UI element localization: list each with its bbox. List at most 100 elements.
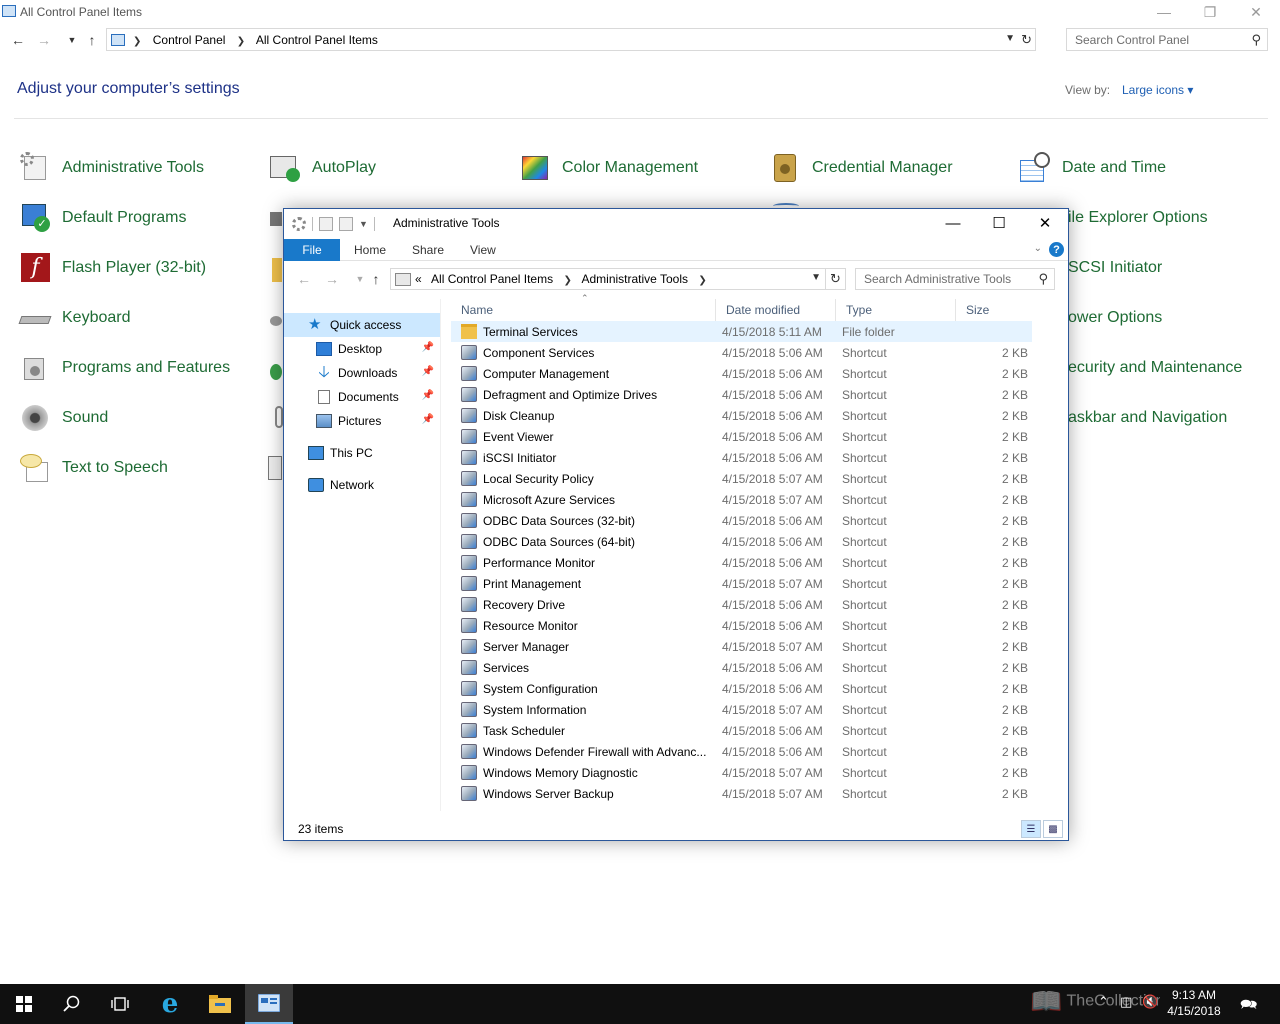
cp-item-autoplay[interactable]: AutoPlay (270, 152, 376, 184)
search-button[interactable] (48, 984, 96, 1024)
search-input[interactable]: Search Administrative Tools ⚲ (855, 268, 1055, 290)
cp-item-taskbar-navigation[interactable]: askbar and Navigation (1068, 402, 1227, 434)
file-row[interactable]: ODBC Data Sources (32-bit) 4/15/2018 5:06… (451, 510, 1032, 531)
minimize-button[interactable]: — (1141, 0, 1187, 24)
cp-item-power-options[interactable]: ower Options (1068, 302, 1162, 334)
cp-item-text-to-speech[interactable]: Text to Speech (20, 452, 168, 484)
minimize-button[interactable]: — (930, 209, 976, 237)
address-bar[interactable]: ❯ Control Panel ❯ All Control Panel Item… (106, 28, 1036, 51)
back-button[interactable]: ← (294, 267, 314, 291)
action-center-icon[interactable]: 🗪 (1240, 994, 1257, 1018)
tab-file[interactable]: File (284, 239, 340, 261)
cp-item-sound[interactable]: Sound (20, 402, 108, 434)
column-type[interactable]: Type (836, 299, 956, 321)
refresh-button[interactable]: ↻ (826, 268, 846, 290)
restore-button[interactable]: ❐ (1187, 0, 1233, 24)
file-row[interactable]: Recovery Drive 4/15/2018 5:06 AM Shortcut 2… (451, 594, 1032, 615)
pin-icon[interactable]: 📌 (422, 414, 434, 425)
cp-item-flash-player[interactable]: f Flash Player (32-bit) (20, 252, 206, 284)
file-row[interactable]: Microsoft Azure Services 4/15/2018 5:07 A… (451, 489, 1032, 510)
breadcrumb-all-items[interactable]: All Control Panel Items (256, 33, 378, 47)
details-view-button[interactable]: ☰ (1021, 820, 1041, 838)
close-button[interactable]: ✕ (1022, 209, 1068, 237)
file-row[interactable]: Disk Cleanup 4/15/2018 5:06 AM Shortcut 2 K… (451, 405, 1032, 426)
file-row[interactable]: Windows Memory Diagnostic 4/15/2018 5:07 … (451, 762, 1032, 783)
breadcrumb-overflow[interactable]: « (415, 272, 422, 286)
help-icon[interactable]: ? (1049, 242, 1064, 257)
customize-toolbar-icon[interactable]: ▼ (359, 219, 368, 229)
refresh-icon[interactable]: ↻ (1021, 32, 1032, 48)
cp-item-date-time[interactable]: Date and Time (1020, 152, 1166, 184)
file-row[interactable]: Services 4/15/2018 5:06 AM Shortcut 2 KB (451, 657, 1032, 678)
file-row[interactable]: Component Services 4/15/2018 5:06 AM Short… (451, 342, 1032, 363)
chevron-down-icon[interactable]: ▼ (811, 272, 821, 283)
nav-downloads[interactable]: 🡣 Downloads 📌 (284, 361, 440, 385)
file-row[interactable]: Terminal Services 4/15/2018 5:11 AM File f… (451, 321, 1032, 342)
show-hidden-icons-button[interactable]: ⌃ (1098, 994, 1109, 1010)
tab-view[interactable]: View (456, 239, 510, 261)
column-name[interactable]: Name ⌃ (451, 293, 716, 321)
file-row[interactable]: ODBC Data Sources (64-bit) 4/15/2018 5:06… (451, 531, 1032, 552)
nav-this-pc[interactable]: This PC (284, 441, 440, 465)
file-explorer-button[interactable] (196, 984, 244, 1024)
start-button[interactable] (0, 984, 48, 1024)
file-row[interactable]: Computer Management 4/15/2018 5:06 AM Shor… (451, 363, 1032, 384)
cp-item-iscsi-initiator[interactable]: SCSI Initiator (1068, 252, 1162, 284)
forward-button[interactable]: → (34, 28, 54, 52)
up-button[interactable]: ↑ (82, 28, 102, 52)
file-row[interactable]: iSCSI Initiator 4/15/2018 5:06 AM Shortcut… (451, 447, 1032, 468)
new-folder-icon[interactable] (339, 217, 353, 231)
file-row[interactable]: Server Manager 4/15/2018 5:07 AM Shortcut 2… (451, 636, 1032, 657)
nav-network[interactable]: Network (284, 473, 440, 497)
file-row[interactable]: Event Viewer 4/15/2018 5:06 AM Shortcut 2 K… (451, 426, 1032, 447)
task-view-button[interactable] (96, 984, 144, 1024)
breadcrumb-administrative-tools[interactable]: Administrative Tools (582, 272, 689, 286)
control-panel-taskbar-button[interactable] (245, 984, 293, 1024)
address-bar[interactable]: « All Control Panel Items ❯ Administrati… (390, 268, 826, 290)
maximize-button[interactable]: ☐ (976, 209, 1022, 237)
chevron-right-icon[interactable]: ❯ (698, 275, 706, 286)
cp-item-color-management[interactable]: Color Management (520, 152, 698, 184)
cp-item-default-programs[interactable]: ✓ Default Programs (20, 202, 187, 234)
file-row[interactable]: Resource Monitor 4/15/2018 5:06 AM Shortcu… (451, 615, 1032, 636)
up-button[interactable]: ↑ (366, 267, 386, 291)
properties-icon[interactable] (319, 217, 333, 231)
view-by-dropdown[interactable]: Large icons ▾ (1122, 83, 1193, 97)
breadcrumb-all-items[interactable]: All Control Panel Items (431, 272, 553, 286)
cp-item-credential-manager[interactable]: Credential Manager (770, 152, 953, 184)
pin-icon[interactable]: 📌 (422, 366, 434, 377)
file-row[interactable]: Windows Server Backup 4/15/2018 5:07 AM Sh… (451, 783, 1032, 804)
nav-documents[interactable]: Documents 📌 (284, 385, 440, 409)
forward-button[interactable]: → (322, 267, 342, 291)
file-row[interactable]: Print Management 4/15/2018 5:07 AM Shortcu… (451, 573, 1032, 594)
file-row[interactable]: Windows Defender Firewall with Advanc...… (451, 741, 1032, 762)
pin-icon[interactable]: 📌 (422, 390, 434, 401)
volume-muted-icon[interactable]: 🔇 (1142, 994, 1158, 1010)
file-row[interactable]: Task Scheduler 4/15/2018 5:06 AM Shortcut 2… (451, 720, 1032, 741)
cp-item-file-explorer-options[interactable]: ile Explorer Options (1068, 202, 1208, 234)
nav-pictures[interactable]: Pictures 📌 (284, 409, 440, 433)
system-clock[interactable]: 9:13 AM 4/15/2018 (1164, 987, 1224, 1019)
network-status-icon[interactable]: ◫ (1120, 994, 1132, 1010)
column-date-modified[interactable]: Date modified (716, 299, 836, 321)
close-button[interactable]: ✕ (1233, 0, 1279, 24)
file-row[interactable]: Local Security Policy 4/15/2018 5:07 AM Sh… (451, 468, 1032, 489)
tab-home[interactable]: Home (340, 239, 400, 261)
nav-quick-access[interactable]: ★ Quick access (284, 313, 440, 337)
recent-locations-button[interactable]: ▼ (62, 28, 82, 52)
file-row[interactable]: System Information 4/15/2018 5:07 AM Short… (451, 699, 1032, 720)
column-size[interactable]: Size (956, 299, 1032, 321)
tab-share[interactable]: Share (398, 239, 458, 261)
nav-desktop[interactable]: Desktop 📌 (284, 337, 440, 361)
back-button[interactable]: ← (8, 28, 28, 52)
cp-item-programs-features[interactable]: Programs and Features (20, 352, 230, 384)
search-input[interactable]: Search Control Panel ⚲ (1066, 28, 1268, 51)
file-row[interactable]: System Configuration 4/15/2018 5:06 AM Sho… (451, 678, 1032, 699)
cp-item-administrative-tools[interactable]: Administrative Tools (20, 152, 204, 184)
breadcrumb-control-panel[interactable]: Control Panel (153, 33, 226, 47)
file-row[interactable]: Defragment and Optimize Drives 4/15/2018 … (451, 384, 1032, 405)
pin-icon[interactable]: 📌 (422, 342, 434, 353)
chevron-down-icon[interactable]: ▼ (1005, 33, 1015, 44)
file-row[interactable]: Performance Monitor 4/15/2018 5:06 AM Shor… (451, 552, 1032, 573)
large-icons-view-button[interactable]: ▩ (1043, 820, 1063, 838)
